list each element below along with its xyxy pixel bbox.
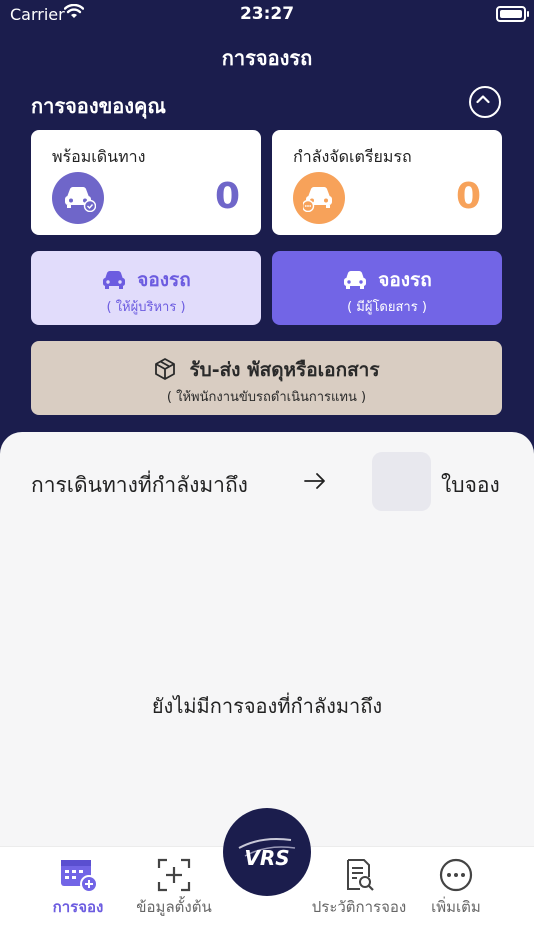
- tab-label: ข้อมูลตั้งต้น: [136, 898, 212, 916]
- book-passenger-sub: ( มีผู้โดยสาร ): [347, 300, 427, 315]
- home-indicator-area: [0, 940, 534, 950]
- vrs-logo-text: VRS: [244, 846, 289, 870]
- tab-label: เพิ่มเติม: [431, 898, 481, 916]
- status-bar: Carrier 23:27: [0, 0, 534, 30]
- document-search-icon: [347, 859, 374, 891]
- tab-history[interactable]: ประวัติการจอง: [300, 857, 418, 919]
- status-time: 23:27: [239, 4, 295, 24]
- preparing-label: กำลังจัดเตรียมรถ: [293, 147, 412, 166]
- parcel-sub: ( ให้พนักงานขับรถดำเนินการแทน ): [166, 390, 367, 405]
- ready-count: 0: [214, 176, 240, 217]
- car-icon: [344, 271, 367, 289]
- book-admin-sub: ( ให้ผู้บริหาร ): [106, 300, 186, 315]
- collapse-button[interactable]: [469, 86, 501, 118]
- book-admin-label: จองรถ: [137, 269, 191, 291]
- car-icon: [103, 271, 126, 289]
- chevron-up-icon: [476, 95, 490, 104]
- car-ready-icon: [52, 172, 104, 224]
- tab-initial-data[interactable]: ข้อมูลตั้งต้น: [126, 857, 222, 919]
- ready-label: พร้อมเดินทาง: [52, 147, 146, 166]
- book-passenger-button[interactable]: จองรถ ( มีผู้โดยสาร ): [272, 251, 502, 325]
- tab-label: การจอง: [52, 898, 104, 916]
- upcoming-count-box: [372, 452, 431, 511]
- book-admin-button[interactable]: จองรถ ( ให้ผู้บริหาร ): [31, 251, 261, 325]
- upcoming-title: การเดินทางที่กำลังมาถึง: [31, 473, 248, 497]
- book-passenger-label: จองรถ: [378, 269, 432, 291]
- tab-label: ประวัติการจอง: [311, 898, 407, 916]
- empty-message: ยังไม่มีการจองที่กำลังมาถึง: [151, 694, 383, 718]
- vrs-logo-icon: VRS: [238, 838, 296, 870]
- parcel-label: รับ-ส่ง พัสดุหรือเอกสาร: [189, 359, 380, 381]
- battery-icon: [496, 6, 529, 22]
- more-icon: [439, 858, 473, 892]
- ready-status-card[interactable]: พร้อมเดินทาง 0: [31, 130, 261, 235]
- upcoming-unit: ใบจอง: [441, 473, 500, 497]
- bookings-section-title: การจองของคุณ: [31, 94, 166, 118]
- tab-booking[interactable]: การจอง: [38, 857, 118, 919]
- battery-level: [500, 10, 522, 18]
- vrs-logo-button[interactable]: VRS: [223, 808, 311, 896]
- package-icon: [155, 358, 176, 380]
- page-title: การจองรถ: [221, 46, 313, 70]
- calendar-plus-icon: [61, 860, 98, 893]
- preparing-count: 0: [455, 176, 481, 217]
- arrow-right-icon[interactable]: [303, 472, 327, 494]
- preparing-status-card[interactable]: กำลังจัดเตรียมรถ 0: [272, 130, 502, 235]
- tab-more[interactable]: เพิ่มเติม: [418, 857, 494, 919]
- car-preparing-icon: [293, 172, 345, 224]
- scan-plus-icon: [157, 858, 191, 892]
- parcel-button[interactable]: รับ-ส่ง พัสดุหรือเอกสาร ( ให้พนักงานขับร…: [31, 341, 502, 415]
